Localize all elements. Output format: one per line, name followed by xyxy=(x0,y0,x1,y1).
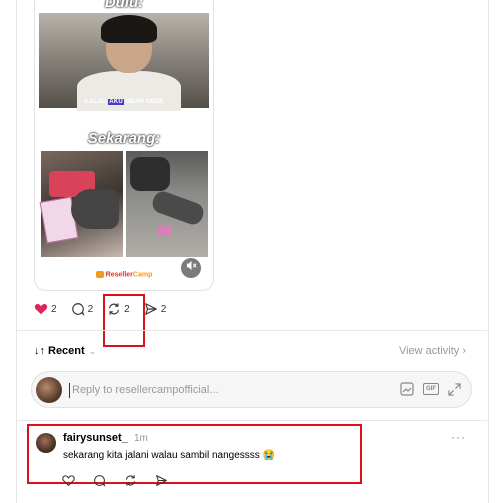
comment-timestamp: 1m xyxy=(134,433,148,444)
photo-childhood: KALAU AKU UDAH GEDE xyxy=(39,13,209,111)
share-button[interactable]: 2 xyxy=(144,302,167,316)
comment-bubble-icon[interactable] xyxy=(93,474,107,488)
comment-username[interactable]: fairysunset_ xyxy=(63,432,128,444)
divider xyxy=(16,420,487,421)
media-video[interactable]: Dulu: KALAU AKU UDAH GEDE Sekarang: Rese… xyxy=(34,0,214,291)
brand-logo-icon xyxy=(95,271,104,278)
heart-icon[interactable] xyxy=(62,474,76,488)
photo-now-left xyxy=(39,151,123,257)
more-options-icon[interactable]: ··· xyxy=(451,430,466,444)
reply-tools: GIF xyxy=(391,382,461,396)
comment-text: sekarang kita jalani walau sambil nanges… xyxy=(63,450,276,461)
sort-arrows-icon: ↓↑ xyxy=(34,345,45,357)
image-icon[interactable] xyxy=(400,382,414,396)
chevron-down-icon: ⌄ xyxy=(88,345,97,356)
comment-button[interactable]: 2 xyxy=(71,302,94,316)
caption-mid: Sekarang: xyxy=(87,130,161,147)
video-subtitle: KALAU AKU UDAH GEDE xyxy=(84,99,164,105)
sort-label: Recent xyxy=(48,345,85,357)
repost-icon[interactable] xyxy=(124,474,138,488)
caption-top: Dulu: xyxy=(104,0,144,11)
heart-icon xyxy=(34,303,48,315)
like-count: 2 xyxy=(51,303,57,315)
speaker-muted-icon[interactable] xyxy=(181,258,201,278)
expand-icon[interactable] xyxy=(448,382,461,396)
reply-composer[interactable]: Reply to resellercampofficial... GIF xyxy=(31,371,472,408)
divider xyxy=(16,330,487,331)
view-activity-link[interactable]: View activity › xyxy=(399,345,466,357)
comment-count: 2 xyxy=(87,303,94,315)
comment-bubble-icon xyxy=(71,303,84,316)
photo-now-right xyxy=(126,151,208,257)
like-button[interactable]: 2 xyxy=(34,302,57,316)
reply-input[interactable]: Reply to resellercampofficial... xyxy=(72,384,219,396)
annotation-highlight-repost xyxy=(103,294,145,347)
comment-actions xyxy=(62,474,186,488)
avatar xyxy=(36,377,62,403)
send-icon[interactable] xyxy=(155,474,169,488)
send-icon xyxy=(144,303,157,315)
avatar[interactable] xyxy=(36,433,56,453)
sort-dropdown[interactable]: ↓↑ Recent ⌄ xyxy=(34,345,96,357)
text-cursor xyxy=(69,383,70,398)
share-count: 2 xyxy=(160,303,167,315)
gif-icon[interactable]: GIF xyxy=(423,383,439,395)
